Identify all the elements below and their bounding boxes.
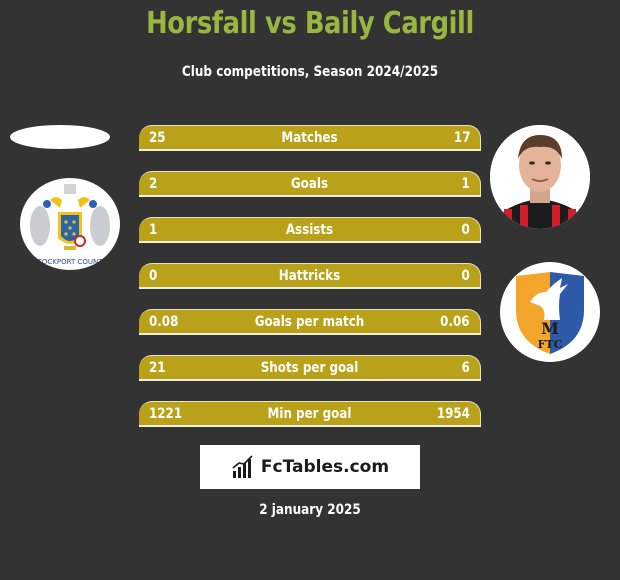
stat-row-goals-per-match: 0.08 Goals per match 0.06 — [139, 309, 481, 335]
stat-label: Matches — [281, 130, 338, 146]
left-value: 0 — [149, 268, 158, 284]
stockport-crest-icon: STOCKPORT COUNTY — [30, 184, 110, 266]
footer-date: 2 january 2025 — [259, 502, 361, 518]
stat-row-min-per-goal: 1221 Min per goal 1954 — [139, 401, 481, 427]
stat-label: Shots per goal — [260, 360, 359, 376]
stat-row-shots-per-goal: 21 Shots per goal 6 — [139, 355, 481, 381]
crest-monogram-sub: FTC — [538, 338, 563, 351]
left-value: 21 — [149, 360, 166, 376]
mansfield-crest-icon: M FTC — [516, 272, 584, 354]
crest-monogram: M — [541, 319, 559, 338]
right-value: 1954 — [436, 406, 470, 422]
left-player-photo-placeholder — [10, 125, 110, 149]
stat-row-matches: 25 Matches 17 — [139, 125, 481, 151]
bar-chart-icon — [232, 455, 253, 478]
stat-row-goals: 2 Goals 1 — [139, 171, 481, 197]
right-value: 0 — [461, 268, 470, 284]
page-title: Horsfall vs Baily Cargill — [146, 6, 474, 41]
crest-text: STOCKPORT COUNTY — [33, 258, 107, 266]
left-value: 1 — [149, 222, 158, 238]
right-value: 6 — [461, 360, 470, 376]
stat-label: Min per goal — [267, 406, 352, 422]
stat-row-assists: 1 Assists 0 — [139, 217, 481, 243]
stat-label: Goals — [290, 176, 329, 192]
season-subtitle: Club competitions, Season 2024/2025 — [181, 64, 439, 80]
mansfield-town-crest-logo[interactable]: M FTC — [500, 262, 600, 362]
right-value: 1 — [461, 176, 470, 192]
player-photo-icon — [490, 125, 590, 229]
stockport-county-crest-logo[interactable]: STOCKPORT COUNTY — [20, 178, 120, 270]
right-value: 0 — [461, 222, 470, 238]
left-value: 25 — [149, 130, 166, 146]
fctables-brand-banner[interactable]: FcTables.com — [200, 445, 420, 489]
stat-label: Assists — [285, 222, 334, 238]
brand-name: FcTables.com — [260, 457, 390, 477]
right-player-photo[interactable] — [490, 125, 590, 229]
stat-label: Goals per match — [254, 314, 365, 330]
left-value: 2 — [149, 176, 158, 192]
right-value: 17 — [453, 130, 470, 146]
stat-row-hattricks: 0 Hattricks 0 — [139, 263, 481, 289]
right-value: 0.06 — [440, 314, 470, 330]
stat-label: Hattricks — [278, 268, 341, 284]
